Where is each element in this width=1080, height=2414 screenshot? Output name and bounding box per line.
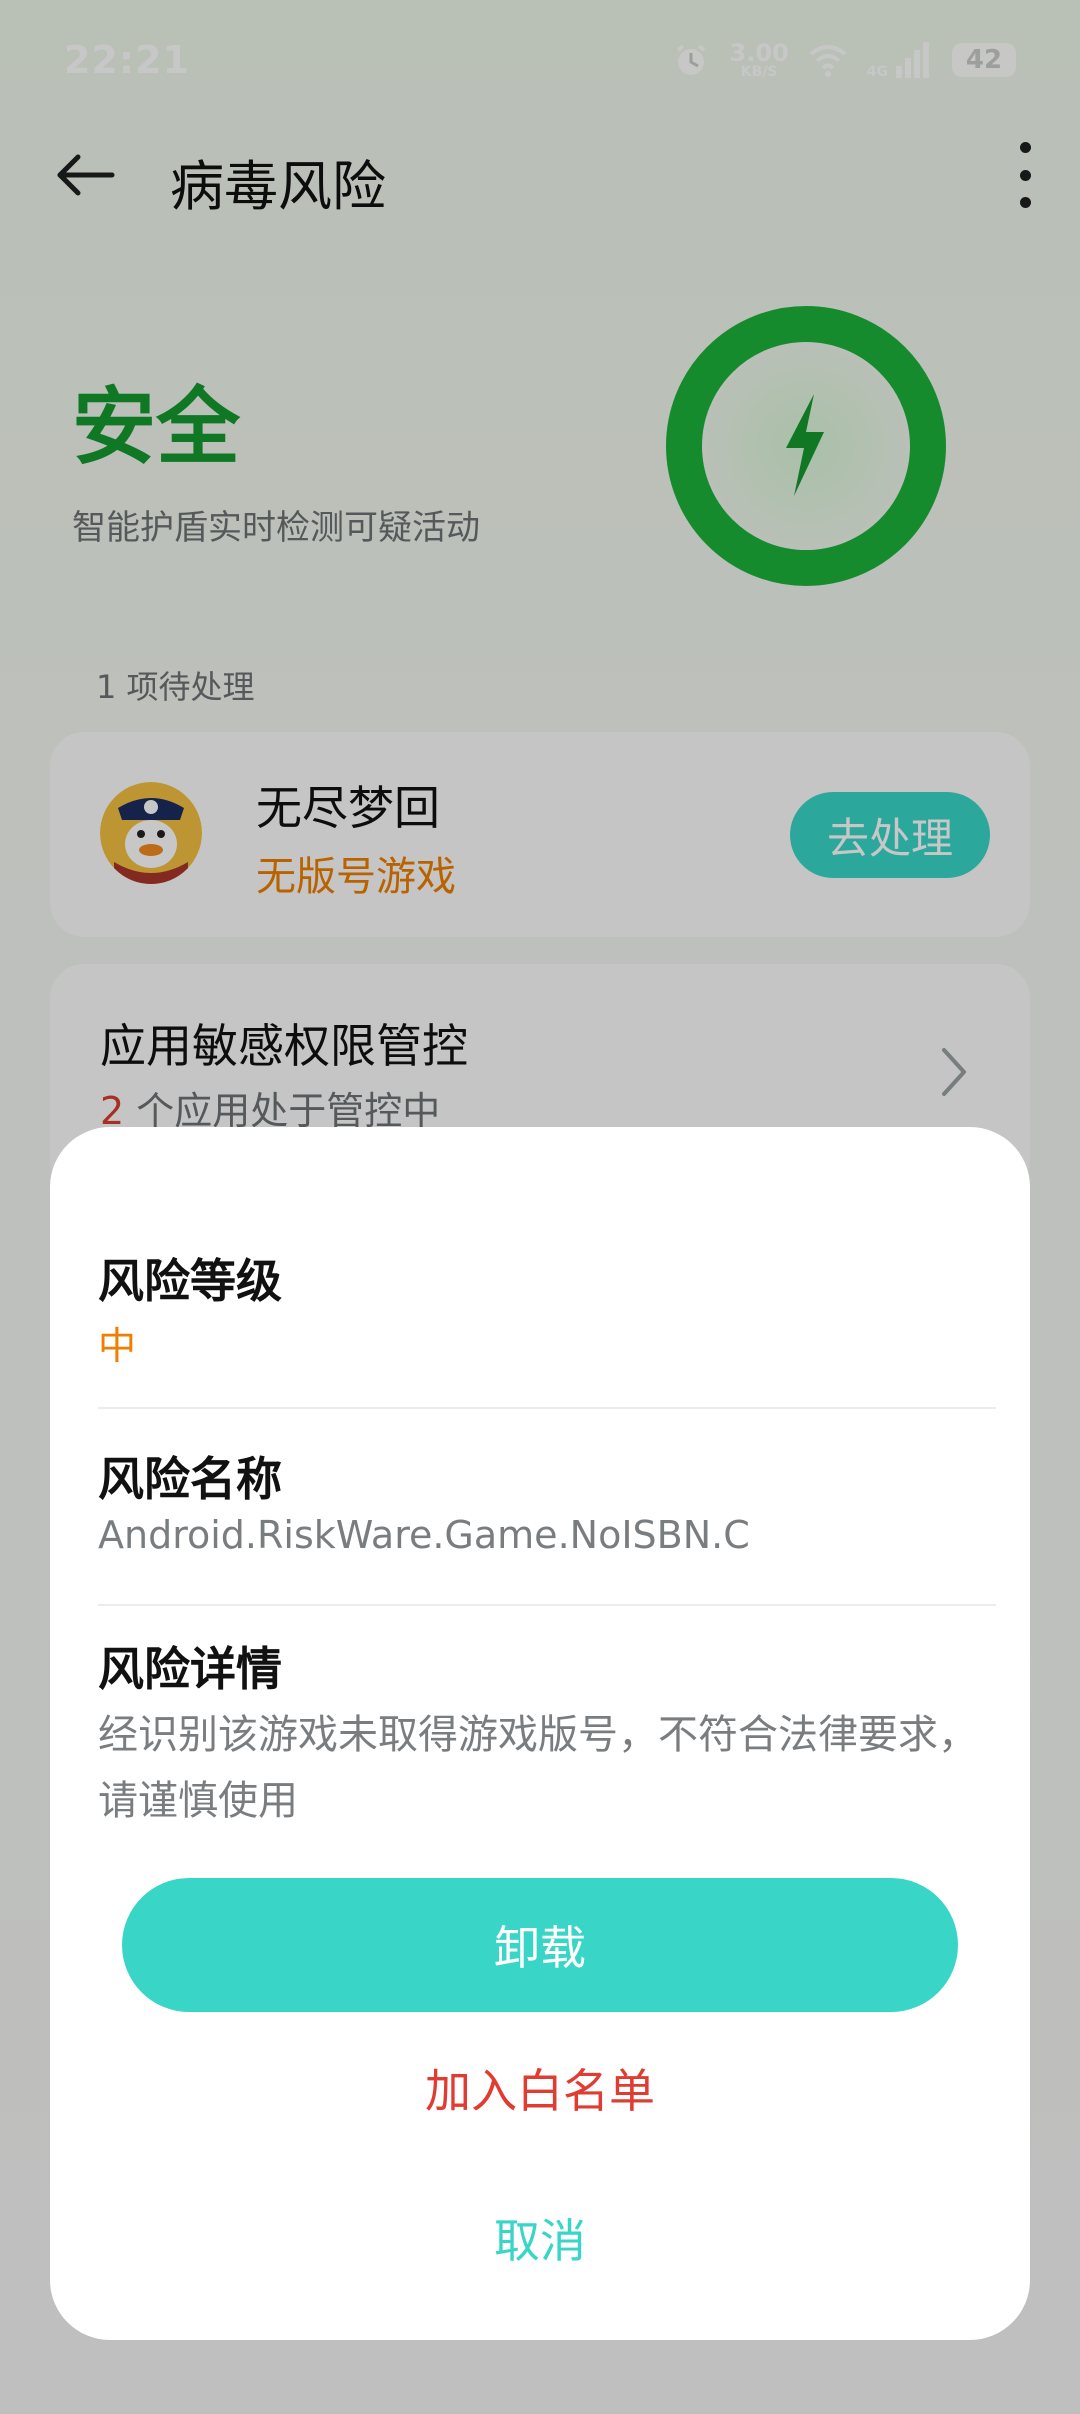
divider xyxy=(98,1407,996,1409)
risk-name-label: 风险名称 xyxy=(98,1452,282,1506)
risk-level-value: 中 xyxy=(98,1324,137,1368)
risk-level-label: 风险等级 xyxy=(98,1254,282,1308)
add-to-whitelist-button[interactable]: 加入白名单 xyxy=(50,2055,1030,2121)
risk-details-sheet: 风险等级 中 风险名称 Android.RiskWare.Game.NoISBN… xyxy=(50,1127,1030,2340)
risk-detail-value: 经识别该游戏未取得游戏版号，不符合法律要求，请谨慎使用 xyxy=(98,1712,978,1824)
risk-name-value: Android.RiskWare.Game.NoISBN.C xyxy=(98,1513,750,1557)
divider xyxy=(98,1604,996,1606)
cancel-button[interactable]: 取消 xyxy=(50,2205,1030,2271)
risk-detail-label: 风险详情 xyxy=(98,1642,282,1696)
uninstall-button[interactable]: 卸载 xyxy=(122,1878,958,2012)
